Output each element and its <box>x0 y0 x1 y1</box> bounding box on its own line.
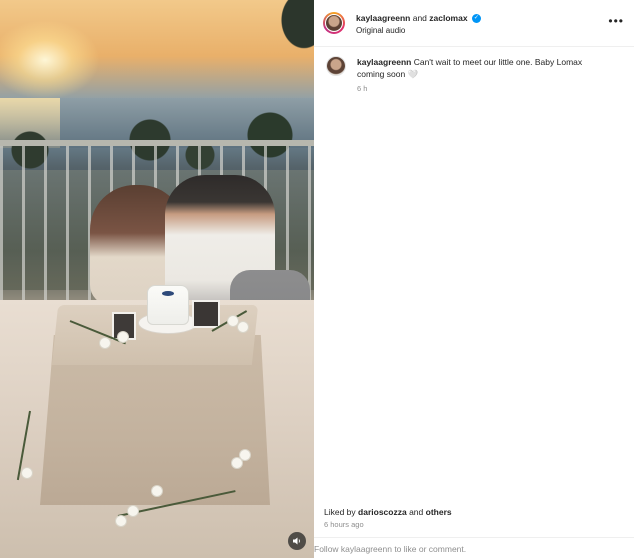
heart-emoji-icon: 🤍 <box>407 69 419 79</box>
white-rose <box>240 450 250 460</box>
liked-by-prefix: Liked by <box>324 507 356 517</box>
sunset-glow <box>0 20 100 100</box>
white-rose <box>22 468 32 478</box>
liked-by-and: and <box>409 507 424 517</box>
white-rose <box>116 516 126 526</box>
liked-by-others[interactable]: others <box>426 507 452 517</box>
audio-mute-icon[interactable] <box>288 532 306 550</box>
white-rose <box>228 316 238 326</box>
post-authors: kaylaagreenn and zaclomax ✓ <box>356 13 481 24</box>
cake-decoration <box>162 291 174 296</box>
post-header: kaylaagreenn and zaclomax ✓ Original aud… <box>314 8 634 42</box>
white-rose <box>238 322 248 332</box>
post-photo[interactable] <box>0 0 314 558</box>
follow-prompt[interactable]: Follow kaylaagreenn to like or comment. <box>314 544 466 554</box>
caption-timestamp: 6 h <box>357 84 368 93</box>
likes-summary: Liked by darioscozza and others <box>324 507 452 517</box>
post-timestamp: 6 hours ago <box>324 520 364 529</box>
white-rose <box>118 332 128 342</box>
white-rose <box>152 486 162 496</box>
caption-username[interactable]: kaylaagreenn <box>357 57 411 67</box>
coauthor-username[interactable]: zaclomax <box>429 13 467 23</box>
verified-badge-icon: ✓ <box>471 14 481 24</box>
caption-text: kaylaagreenn Can't wait to meet our litt… <box>357 56 607 80</box>
avatar[interactable] <box>325 14 343 32</box>
palm-frond <box>264 0 314 70</box>
author-conjunction: and <box>412 13 427 23</box>
white-rose <box>232 458 242 468</box>
post-footer: Follow kaylaagreenn to like or comment. <box>314 537 634 558</box>
author-username[interactable]: kaylaagreenn <box>356 13 410 23</box>
avatar[interactable] <box>326 56 346 76</box>
white-rose <box>128 506 138 516</box>
header-divider <box>314 46 634 47</box>
post-side-panel: kaylaagreenn and zaclomax ✓ Original aud… <box>314 0 634 558</box>
white-rose <box>100 338 110 348</box>
liked-by-user[interactable]: darioscozza <box>358 507 407 517</box>
railing-top <box>0 140 314 146</box>
ultrasound-photo <box>192 300 220 328</box>
more-options-icon[interactable]: ••• <box>608 14 624 28</box>
audio-label[interactable]: Original audio <box>356 26 405 35</box>
